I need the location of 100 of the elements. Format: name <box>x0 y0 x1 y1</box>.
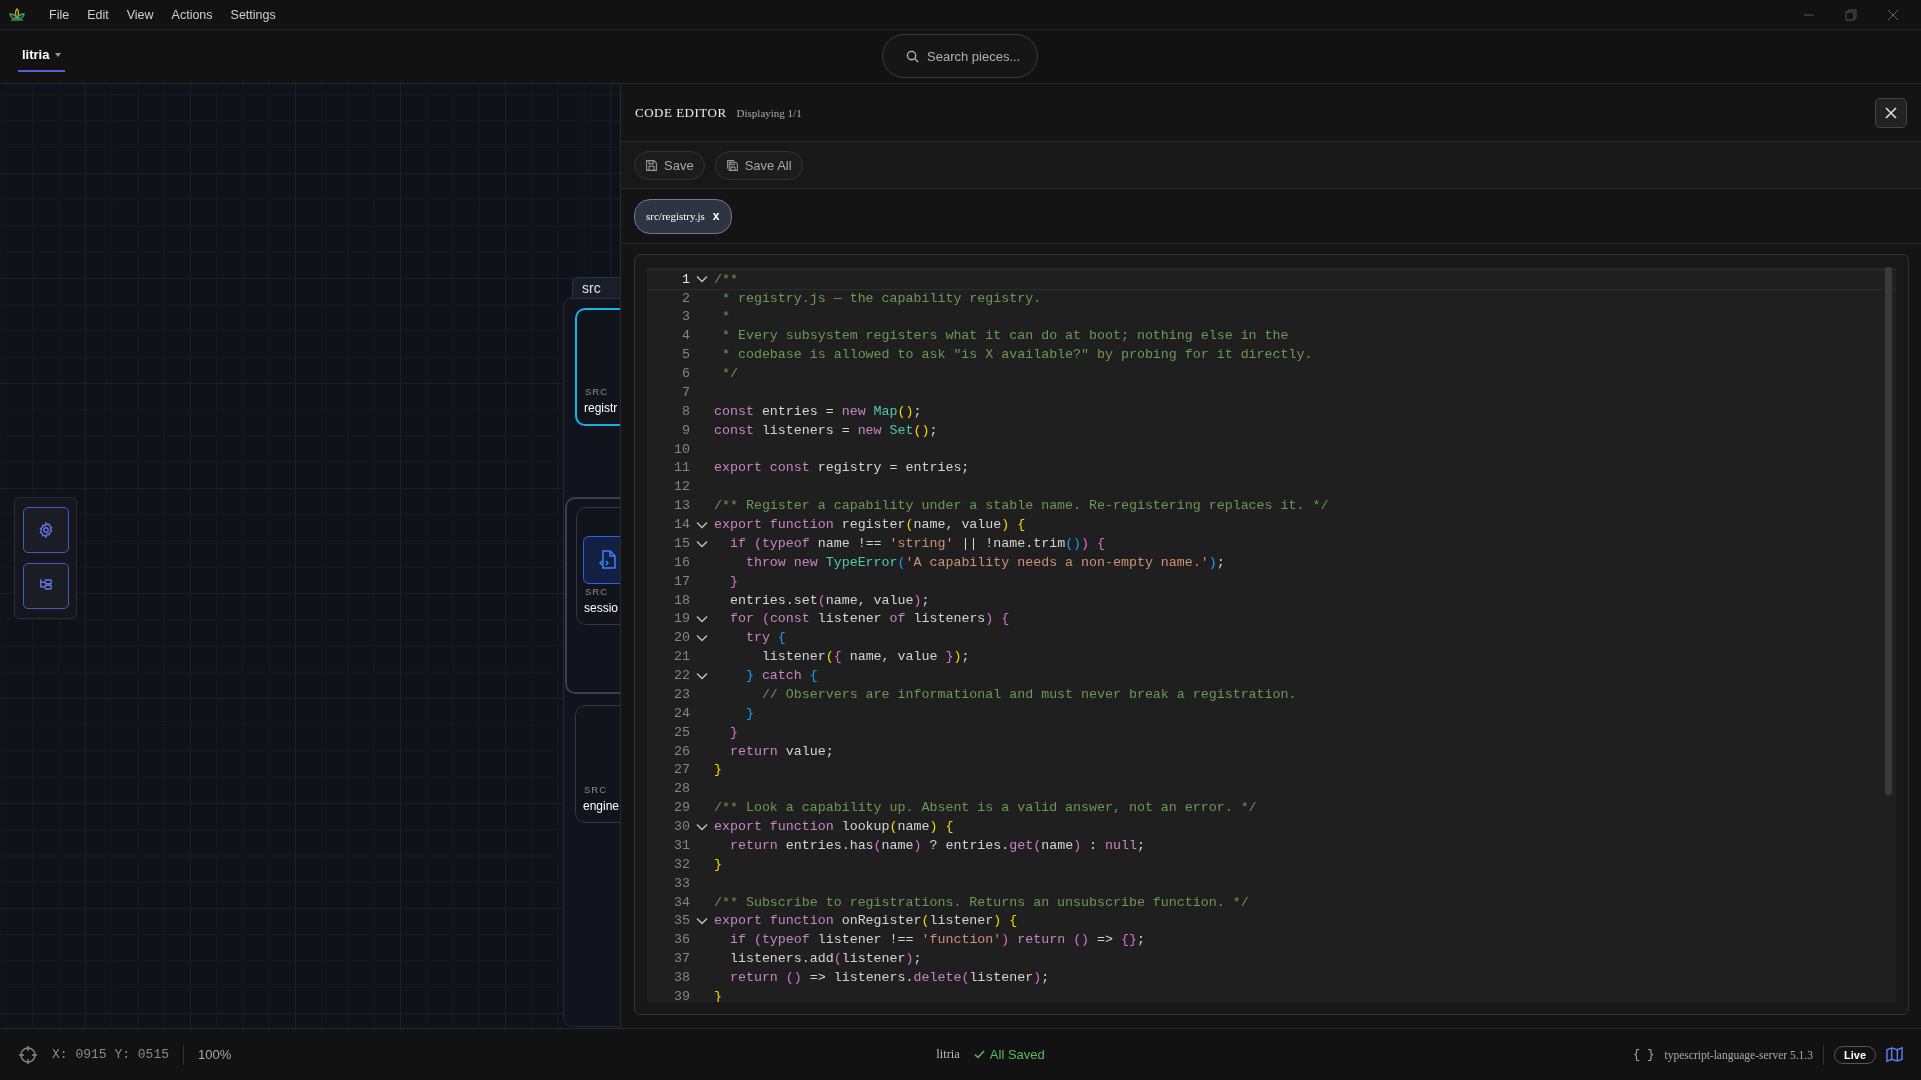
line-number: 13 <box>673 498 690 514</box>
line-number: 12 <box>673 479 690 495</box>
line-number: 15 <box>673 535 690 552</box>
line-number: 9 <box>681 422 690 439</box>
node-folder: SRC <box>584 784 608 795</box>
tool-button[interactable] <box>22 563 69 609</box>
code-line: /** Look a capability up. Absent is a valid answer, not an error. */ <box>714 800 1257 816</box>
panel-subtitle: Displaying 1/1 <box>736 106 802 119</box>
floppy-disk-icon <box>645 158 658 172</box>
code-line: const listeners = new Set(); <box>714 422 938 439</box>
tab-label: src/registry.js <box>646 210 705 222</box>
code-line: * Every subsystem registers what it can do at boot; nothing else in the <box>720 328 1289 344</box>
code-line: } catch { <box>744 668 818 684</box>
code-line: } <box>714 856 722 873</box>
node-name: engine <box>583 799 620 813</box>
fold-chevron-icon[interactable] <box>696 539 708 548</box>
line-number: 17 <box>673 573 690 590</box>
line-number: 6 <box>681 366 690 382</box>
node-folder: SRC <box>585 386 609 397</box>
menu-item[interactable]: Edit <box>80 5 116 24</box>
node-name: registr <box>584 401 618 415</box>
file-node[interactable]: SRC sessio <box>576 507 620 625</box>
code-line: if (typeof listener !== 'function') return () => {}; <box>728 932 1145 948</box>
code-line: /** Register a capability under a stable name. Re-registering replaces it. */ <box>714 498 1329 514</box>
scrollbar[interactable] <box>1885 267 1892 795</box>
node-folder: SRC <box>585 586 609 597</box>
code-line: /** <box>714 271 738 288</box>
line-number: 39 <box>673 988 690 1002</box>
code-line: * registry.js — the capability registry. <box>720 290 1042 307</box>
line-number: 35 <box>673 913 690 929</box>
code-line: listeners.add(listener); <box>728 951 922 967</box>
line-number: 21 <box>673 649 690 665</box>
code-line: if (typeof name !== 'string' || !name.trim()) { <box>728 535 1106 552</box>
check-icon <box>973 1050 985 1059</box>
code-line: /** Subscribe to registrations. Returns an unsubscribe function. */ <box>714 894 1249 911</box>
file-tab[interactable]: src/registry.js x <box>634 198 732 234</box>
panel-title: CODE EDITOR <box>635 104 727 121</box>
map-icon[interactable] <box>1886 1046 1903 1063</box>
fold-chevron-icon[interactable] <box>696 822 708 831</box>
caret-icon <box>55 52 62 57</box>
line-number: 34 <box>673 894 690 911</box>
code-line: } <box>744 705 754 722</box>
line-number: 2 <box>681 290 690 307</box>
lotus-logo-icon <box>8 6 26 23</box>
code-line: export const registry = entries; <box>714 460 970 476</box>
save-all-button[interactable]: Save All <box>714 150 803 180</box>
menu-item[interactable]: File <box>42 5 77 24</box>
tool-button[interactable] <box>22 507 69 553</box>
fold-chevron-icon[interactable] <box>696 671 708 680</box>
code-line: } <box>714 762 722 778</box>
line-number: 31 <box>673 837 690 854</box>
close-icon[interactable] <box>1887 8 1899 21</box>
search-field[interactable]: Search pieces... <box>882 34 1038 78</box>
line-number: 37 <box>673 951 690 967</box>
save-button[interactable]: Save <box>634 150 705 180</box>
line-number: 8 <box>681 403 690 420</box>
line-number: 1 <box>681 271 690 288</box>
line-number: 33 <box>673 875 690 892</box>
code-line: entries.set(name, value); <box>728 592 930 609</box>
fold-chevron-icon[interactable] <box>696 520 708 529</box>
menu-item[interactable]: Settings <box>223 5 283 24</box>
fold-chevron-icon[interactable] <box>696 917 708 926</box>
line-number: 27 <box>673 762 690 778</box>
project-name: litria <box>936 1047 960 1062</box>
line-number: 7 <box>681 384 690 401</box>
code-line: */ <box>720 366 738 382</box>
line-number: 29 <box>673 800 690 816</box>
code-line: } <box>714 988 722 1002</box>
code-line: export function register(name, value) { <box>714 517 1026 533</box>
line-number: 26 <box>673 743 690 760</box>
file-node[interactable]: SRC engine <box>575 705 620 823</box>
line-number: 18 <box>673 592 690 609</box>
language-server-label: typescript-language-server 5.1.3 <box>1664 1048 1813 1061</box>
crosshair-icon <box>18 1044 38 1065</box>
code-line: // Observers are informational and must never break a registration. <box>760 686 1297 703</box>
stacked-disks-icon <box>725 158 739 172</box>
line-number: 22 <box>673 668 690 684</box>
fold-chevron-icon[interactable] <box>696 634 708 643</box>
line-number: 3 <box>681 309 690 325</box>
fold-chevron-icon[interactable] <box>696 275 708 284</box>
fold-chevron-icon[interactable] <box>696 615 708 624</box>
close-icon <box>1885 106 1897 119</box>
code-line: listener({ name, value }); <box>760 649 970 665</box>
braces-glyph: { } <box>1632 1047 1655 1062</box>
line-number: 30 <box>673 819 690 835</box>
menu-item[interactable]: Actions <box>164 5 220 24</box>
line-number: 11 <box>673 460 690 476</box>
menu-item[interactable]: View <box>119 5 161 24</box>
tab-close[interactable]: x <box>712 209 720 223</box>
close-button[interactable] <box>1875 97 1907 128</box>
code-line: return value; <box>728 743 834 760</box>
code-file-icon[interactable] <box>583 536 620 584</box>
code-line: const entries = new Map(); <box>714 403 922 420</box>
line-number: 16 <box>673 554 690 571</box>
file-node[interactable]: SRC registr <box>575 308 620 426</box>
line-number: 19 <box>673 611 690 627</box>
code-line: return entries.has(name) ? entries.get(name) : null; <box>728 837 1145 854</box>
project-tab[interactable]: litria <box>18 41 66 72</box>
line-number: 38 <box>673 970 690 986</box>
zoom-level: 100% <box>198 1047 232 1062</box>
